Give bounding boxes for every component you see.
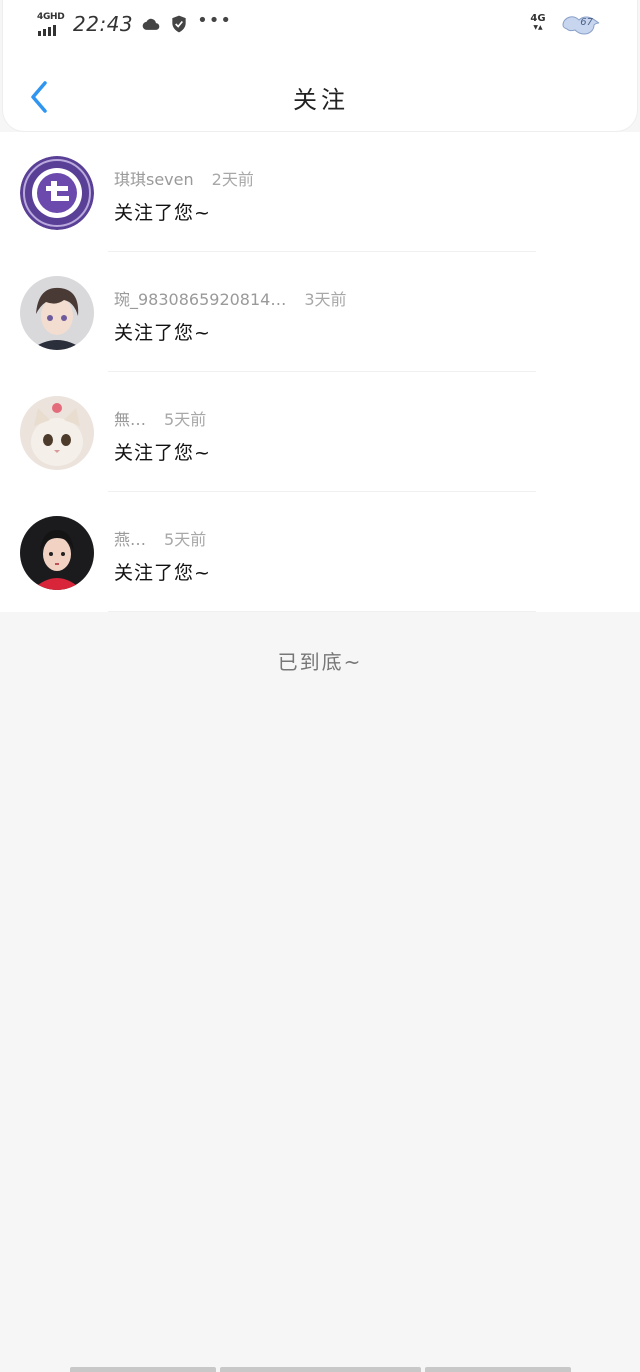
notification-message: 关注了您~: [114, 202, 211, 224]
shield-check-icon: [172, 15, 186, 33]
status-time: 22:43: [73, 12, 134, 36]
list-item[interactable]: 無… 5天前 关注了您~: [0, 372, 640, 492]
battery-level: 67: [580, 17, 593, 28]
notification-message: 关注了您~: [114, 322, 211, 344]
divider: [108, 611, 536, 612]
end-of-list-label: 已到底~: [277, 650, 363, 674]
more-notifications-icon: •••: [197, 10, 232, 31]
avatar[interactable]: [20, 396, 94, 470]
avatar[interactable]: [20, 276, 94, 350]
list-item[interactable]: 燕… 5天前 关注了您~: [0, 492, 640, 612]
list-item[interactable]: 琪琪seven 2天前 关注了您~: [0, 132, 640, 252]
notification-message: 关注了您~: [114, 442, 211, 464]
user-avatar-logo: [20, 156, 94, 230]
timestamp: 3天前: [304, 290, 347, 309]
notification-message: 关注了您~: [114, 562, 211, 584]
mobile-data-icon: 4G ▼▲: [530, 13, 546, 31]
list-item[interactable]: 琬_9830865920814… 3天前 关注了您~: [0, 252, 640, 372]
username[interactable]: 燕…: [114, 526, 146, 550]
navigation-bar: 关注: [3, 62, 639, 132]
notification-list: 琪琪seven 2天前 关注了您~ 琬_9830865920814… 3天前 关…: [0, 132, 640, 612]
username[interactable]: 琪琪seven: [114, 166, 194, 190]
timestamp: 5天前: [164, 530, 207, 549]
status-right: 4G ▼▲ 67: [529, 12, 603, 38]
username[interactable]: 琬_9830865920814…: [114, 286, 286, 310]
page-title: 关注: [293, 86, 349, 114]
username[interactable]: 無…: [114, 406, 146, 430]
user-avatar-cat: [20, 396, 94, 470]
mobile-data-label: 4G: [530, 13, 546, 24]
avatar[interactable]: [20, 156, 94, 230]
avatar[interactable]: [20, 516, 94, 590]
timestamp: 2天前: [211, 170, 254, 189]
timestamp: 5天前: [164, 410, 207, 429]
follow-notifications-screen: 4GHD 22:43 ••• 4G ▼▲ 67 关注 琪琪seven 2天前 关…: [0, 0, 640, 1372]
user-avatar-girl: [20, 516, 94, 590]
gesture-bar: [70, 1367, 571, 1372]
cellular-signal-icon: 4GHD: [37, 12, 65, 36]
header: 4GHD 22:43 ••• 4G ▼▲ 67 关注: [2, 0, 638, 132]
user-avatar-anime-boy: [20, 276, 94, 350]
network-type-label: 4GHD: [37, 12, 65, 22]
status-left: 4GHD 22:43 •••: [37, 12, 232, 36]
cloud-icon: [142, 18, 160, 30]
status-bar: 4GHD 22:43 ••• 4G ▼▲ 67: [3, 0, 639, 50]
